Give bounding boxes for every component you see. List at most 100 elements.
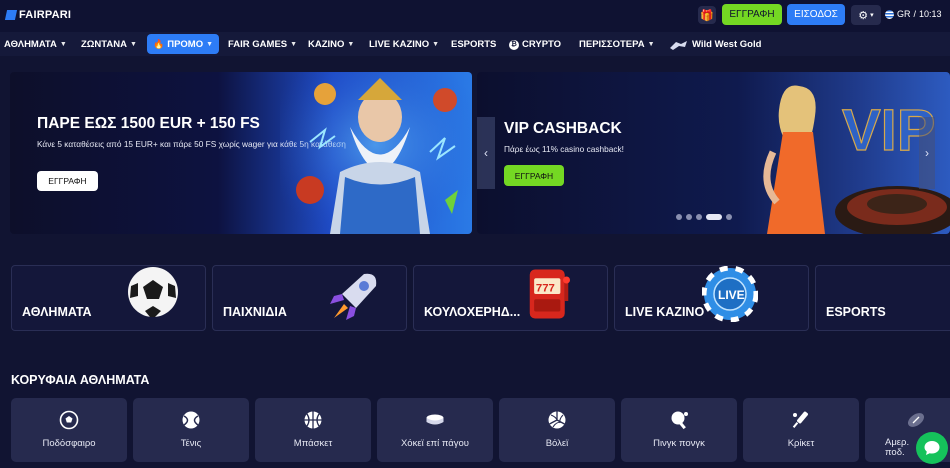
volleyball-icon — [548, 411, 566, 429]
game-icon — [670, 40, 687, 50]
chevron-left-icon: ‹ — [484, 146, 488, 160]
sport-label: Τένις — [180, 438, 202, 449]
main-nav: ΑΘΛΗΜΑΤΑ ▼ ΖΩΝΤΑΝΑ ▼ 🔥 ΠΡΟΜΟ ▼ FAIR GAMES ▼ … — [0, 32, 950, 56]
category-label: ΑΘΛΗΜΑΤΑ — [22, 305, 92, 319]
chevron-down-icon: ▼ — [647, 41, 655, 48]
sport-tile-ice-hockey[interactable]: Χόκεϊ επί πάγου — [377, 398, 493, 462]
nav-label: Wild West Gold — [692, 39, 762, 50]
basketball-icon — [304, 411, 322, 429]
nav-item-live[interactable]: ΖΩΝΤΑΝΑ ▼ — [81, 36, 137, 53]
rocket-icon — [330, 273, 377, 320]
category-live-casino[interactable]: LIVE LIVE ΚΑΖΙΝΟ — [614, 265, 809, 331]
nav-label: ΠΕΡΙΣΣΟΤΕΡΑ — [579, 39, 645, 50]
category-label: LIVE ΚΑΖΙΝΟ — [625, 305, 705, 319]
nav-item-promo[interactable]: 🔥 ΠΡΟΜΟ ▼ — [147, 34, 220, 54]
chevron-down-icon: ▾ — [870, 12, 874, 19]
nav-label: FAIR GAMES — [228, 39, 288, 50]
category-label: ESPORTS — [826, 305, 886, 319]
nav-item-casino[interactable]: ΚΑΖΙΝΟ ▼ — [308, 36, 354, 53]
banner-subtitle: Πάρε έως 11% casino cashback! — [504, 144, 624, 154]
carousel-dot[interactable] — [686, 214, 692, 220]
category-label: ΚΟΥΛΟΧΕΡΗΔ... — [424, 305, 521, 319]
carousel-next-button[interactable]: › — [919, 117, 935, 189]
nav-item-crypto[interactable]: ₿ CRYPTO — [509, 36, 561, 53]
nav-item-wild-west-gold[interactable]: Wild West Gold — [669, 36, 761, 53]
zeus-illustration — [280, 72, 470, 234]
language-selector[interactable]: GR / 10:13 — [885, 9, 942, 19]
carousel-dots — [676, 214, 732, 220]
nav-item-esports[interactable]: ESPORTS — [451, 36, 496, 53]
carousel-prev-button[interactable]: ‹ — [477, 117, 495, 189]
sport-tile-table-tennis[interactable]: Πινγκ πονγκ — [621, 398, 737, 462]
greece-flag-icon — [885, 9, 894, 19]
chevron-down-icon: ▼ — [129, 41, 137, 48]
casino-chip-icon: LIVE — [702, 266, 758, 322]
nav-label: ΖΩΝΤΑΝΑ — [81, 39, 127, 50]
banner-register-button[interactable]: ΕΓΓΡΑΦΗ — [504, 165, 564, 186]
category-slots[interactable]: 777 ΚΟΥΛΟΧΕΡΗΔ... — [413, 265, 608, 331]
chevron-down-icon: ▼ — [347, 41, 355, 48]
sport-label: Μπάσκετ — [293, 438, 333, 449]
chevron-down-icon: ▼ — [59, 41, 67, 48]
slot-machine-icon: 777 — [529, 269, 570, 319]
svg-text:777: 777 — [536, 282, 555, 294]
nav-label: CRYPTO — [522, 39, 562, 50]
carousel-dot-active[interactable] — [706, 214, 722, 220]
top-bar: FAIRPARI 🎁 ΕΓΓΡΑΦΗ ΕΙΣΟΔΟΣ ⚙ ▾ GR / 10:1… — [0, 0, 950, 32]
table-tennis-icon — [671, 411, 688, 430]
banner-title: ΠΑΡΕ ΕΩΣ 1500 EUR + 150 FS — [37, 115, 260, 132]
svg-text:LIVE: LIVE — [718, 288, 745, 302]
register-button[interactable]: ΕΓΓΡΑΦΗ — [722, 4, 782, 25]
logo-mark-icon — [4, 10, 18, 20]
nav-item-sports[interactable]: ΑΘΛΗΜΑΤΑ ▼ — [4, 36, 67, 53]
carousel-dot[interactable] — [696, 214, 702, 220]
promo-banner-vip-cashback[interactable]: ‹ VIP CASHBACK Πάρε έως 11% casino cashb… — [477, 72, 950, 234]
logo[interactable]: FAIRPARI — [4, 9, 72, 21]
category-label: ΠΑΙΧΝΙΔΙΑ — [223, 305, 287, 319]
sport-label: Κρίκετ — [787, 438, 815, 449]
sport-tile-volleyball[interactable]: Βόλεϊ — [499, 398, 615, 462]
sport-tile-tennis[interactable]: Τένις — [133, 398, 249, 462]
language-code: GR — [897, 9, 911, 19]
chevron-down-icon: ▼ — [206, 40, 214, 48]
banner-register-button[interactable]: ΕΓΓΡΑΦΗ — [37, 171, 98, 191]
banner-title: VIP CASHBACK — [504, 120, 622, 137]
clock-time: 10:13 — [919, 9, 942, 19]
nav-label: ΑΘΛΗΜΑΤΑ — [4, 39, 57, 50]
category-sports[interactable]: ΑΘΛΗΜΑΤΑ — [11, 265, 206, 331]
live-chat-button[interactable] — [916, 432, 948, 464]
chat-bubble-icon — [924, 441, 940, 455]
chevron-down-icon: ▼ — [290, 41, 298, 48]
sport-tile-basketball[interactable]: Μπάσκετ — [255, 398, 371, 462]
carousel-dot[interactable] — [726, 214, 732, 220]
carousel-dot[interactable] — [676, 214, 682, 220]
sport-tile-cricket[interactable]: Κρίκετ — [743, 398, 859, 462]
nav-item-fair-games[interactable]: FAIR GAMES ▼ — [228, 36, 297, 53]
sport-tile-football[interactable]: Ποδόσφαιρο — [11, 398, 127, 462]
nav-label: ESPORTS — [451, 39, 497, 50]
chevron-right-icon: › — [925, 146, 929, 160]
section-title-top-sports: ΚΟΡΥΦΑΙΑ ΑΘΛΗΜΑΤΑ — [11, 373, 150, 387]
sport-label: Βόλεϊ — [545, 438, 569, 449]
category-esports[interactable]: ESPORTS — [815, 265, 950, 331]
fire-icon: 🔥 — [153, 38, 165, 49]
nav-item-live-casino[interactable]: LIVE ΚΑΖΙΝΟ ▼ — [369, 36, 439, 53]
login-button[interactable]: ΕΙΣΟΔΟΣ — [787, 4, 845, 25]
gift-icon[interactable]: 🎁 — [698, 6, 716, 24]
settings-button[interactable]: ⚙ ▾ — [851, 5, 881, 25]
nav-label: ΠΡΟΜΟ — [167, 38, 204, 50]
category-games[interactable]: ΠΑΙΧΝΙΔΙΑ — [212, 265, 407, 331]
nav-label: ΚΑΖΙΝΟ — [308, 39, 345, 50]
chevron-down-icon: ▼ — [432, 41, 440, 48]
football-icon — [59, 410, 79, 430]
american-football-icon — [907, 413, 925, 427]
hockey-puck-icon — [426, 414, 444, 425]
promo-banner-deposit[interactable]: ΠΑΡΕ ΕΩΣ 1500 EUR + 150 FS Κάνε 5 καταθέ… — [10, 72, 472, 234]
gear-icon: ⚙ — [858, 9, 869, 22]
logo-text: FAIRPARI — [19, 9, 72, 21]
tennis-icon — [182, 411, 200, 429]
nav-item-more[interactable]: ΠΕΡΙΣΣΟΤΕΡΑ ▼ — [579, 36, 655, 53]
sport-label: Πινγκ πονγκ — [653, 438, 705, 449]
sport-label: Ποδόσφαιρο — [42, 438, 96, 449]
nav-label: LIVE ΚΑΖΙΝΟ — [369, 39, 430, 50]
